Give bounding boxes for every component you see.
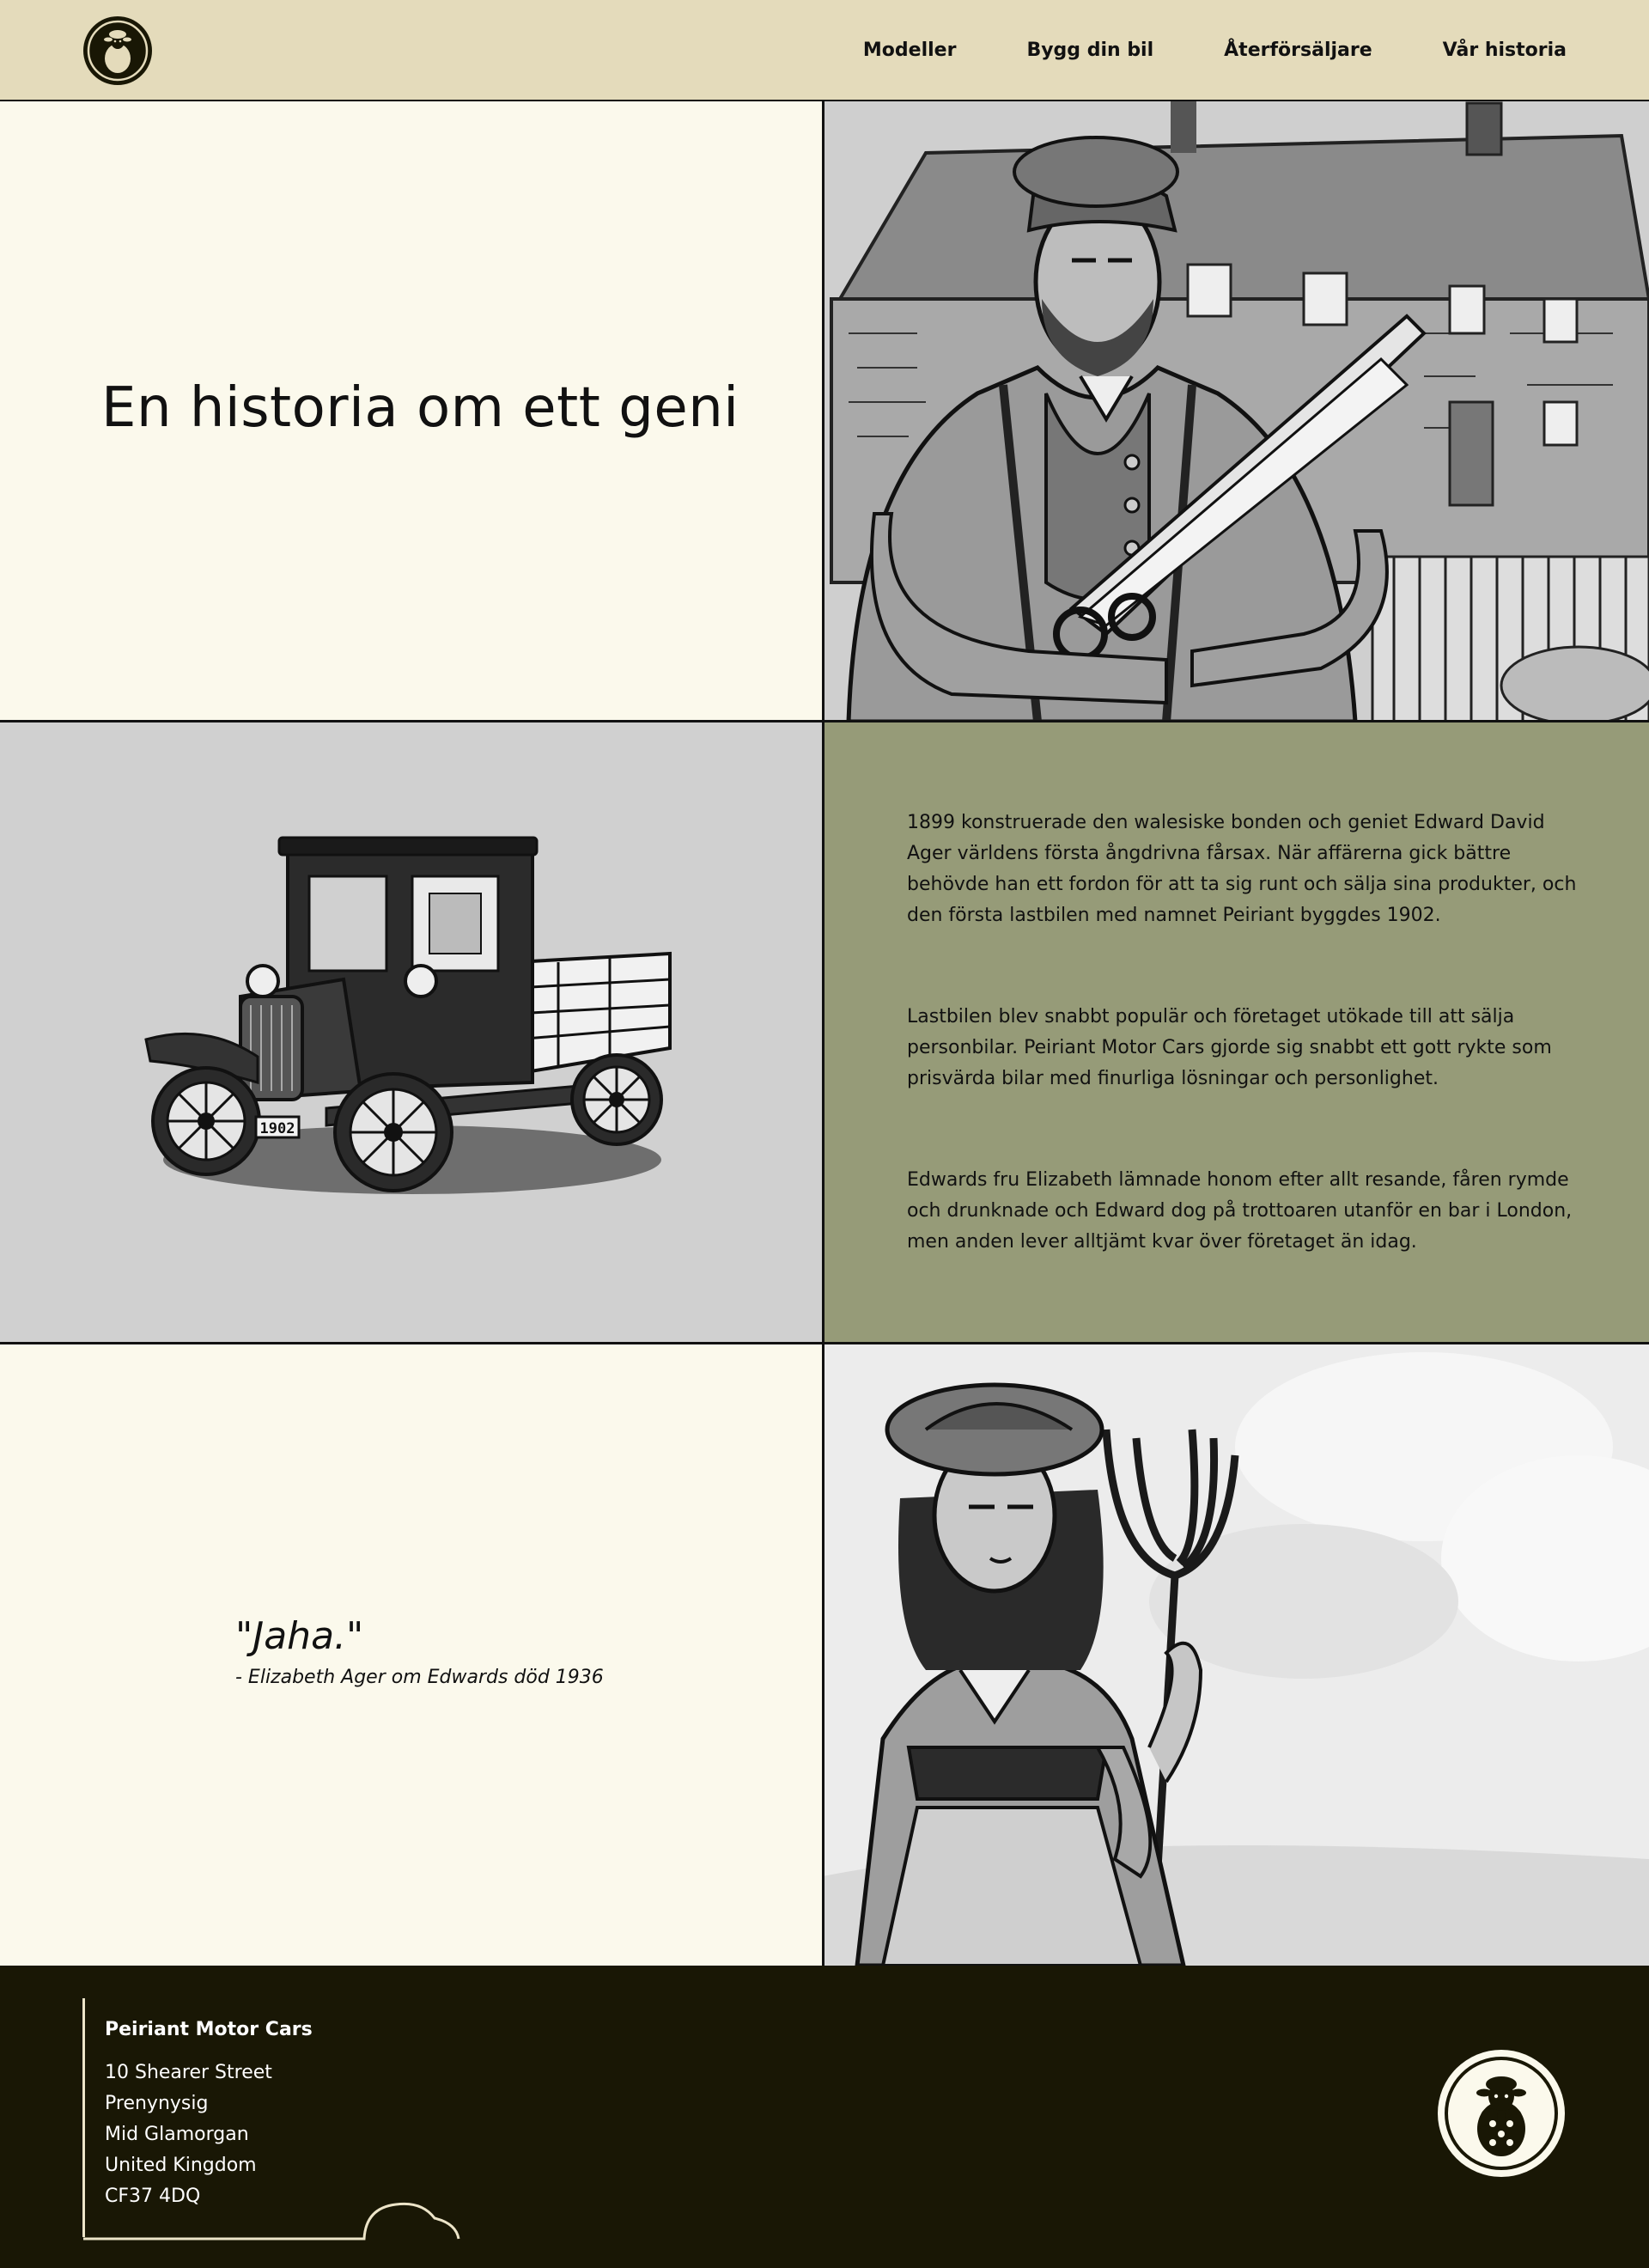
top-nav: Modeller Bygg din bil Återförsäljare Vår… xyxy=(0,0,1649,101)
hero-text-panel: En historia om ett geni xyxy=(0,101,823,722)
quote-text: "Jaha." xyxy=(235,1614,364,1658)
address-line-3: Mid Glamorgan xyxy=(105,2124,249,2145)
nav-link-var-historia[interactable]: Vår historia xyxy=(1443,40,1567,61)
truck-illustration-panel: 1902 xyxy=(0,722,823,1344)
story-paragraph-2: Lastbilen blev snabbt populär och företa… xyxy=(907,1006,1552,1089)
grid-divider-1 xyxy=(0,720,1649,722)
address-line-1: 10 Shearer Street xyxy=(105,2062,272,2083)
grid-divider-2 xyxy=(0,1342,1649,1344)
footer-sheep-logo-icon[interactable] xyxy=(1436,2048,1567,2179)
farmer-illustration xyxy=(823,101,1649,722)
quote-block: "Jaha." - Elizabeth Ager om Edwards död … xyxy=(235,1614,604,1688)
nav-link-modeller[interactable]: Modeller xyxy=(863,40,957,61)
story-paragraph-1: 1899 konstruerade den walesiske bonden o… xyxy=(907,812,1577,926)
footer-company-name: Peiriant Motor Cars xyxy=(105,2019,313,2040)
woman-illustration xyxy=(823,1344,1649,1966)
grid-divider-vertical xyxy=(822,101,824,1966)
vintage-truck-illustration: 1902 xyxy=(0,722,823,1344)
story-paragraph-3: Edwards fru Elizabeth lämnade honom efte… xyxy=(907,1169,1573,1253)
nav-link-aterforsaljare[interactable]: Återförsäljare xyxy=(1224,40,1372,61)
page-title: En historia om ett geni xyxy=(101,376,739,440)
footer-address: Peiriant Motor Cars 10 Shearer Street Pr… xyxy=(105,2019,313,2212)
quote-citation: - Elizabeth Ager om Edwards död 1936 xyxy=(235,1667,604,1688)
sheep-logo-icon[interactable] xyxy=(82,15,153,86)
address-line-5: CF37 4DQ xyxy=(105,2186,201,2207)
story-panel: 1899 konstruerade den walesiske bonden o… xyxy=(823,722,1649,1344)
address-line-2: Prenynysig xyxy=(105,2093,209,2114)
address-line-4: United Kingdom xyxy=(105,2155,257,2176)
nav-links: Modeller Bygg din bil Återförsäljare Vår… xyxy=(863,0,1567,100)
nav-link-bygg-din-bil[interactable]: Bygg din bil xyxy=(1026,40,1153,61)
quote-panel: "Jaha." - Elizabeth Ager om Edwards död … xyxy=(0,1344,823,1966)
footer: Peiriant Motor Cars 10 Shearer Street Pr… xyxy=(0,1966,1649,2268)
truck-plate: 1902 xyxy=(260,1120,295,1137)
story-text: 1899 konstruerade den walesiske bonden o… xyxy=(907,808,1577,1328)
